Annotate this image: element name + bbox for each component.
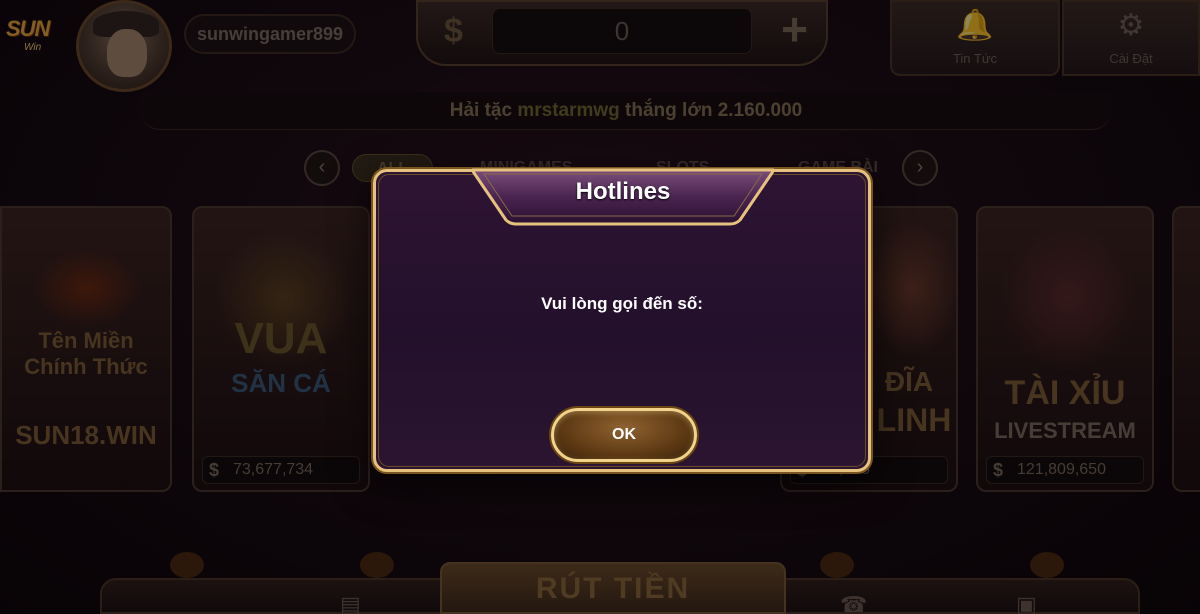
hotlines-dialog: Hotlines Vui lòng gọi đến số: OK	[373, 168, 871, 472]
dialog-message: Vui lòng gọi đến số:	[541, 294, 703, 313]
dialog-header: Hotlines	[472, 168, 774, 226]
dialog-title: Hotlines	[575, 178, 671, 205]
ok-button[interactable]: OK	[551, 408, 697, 462]
